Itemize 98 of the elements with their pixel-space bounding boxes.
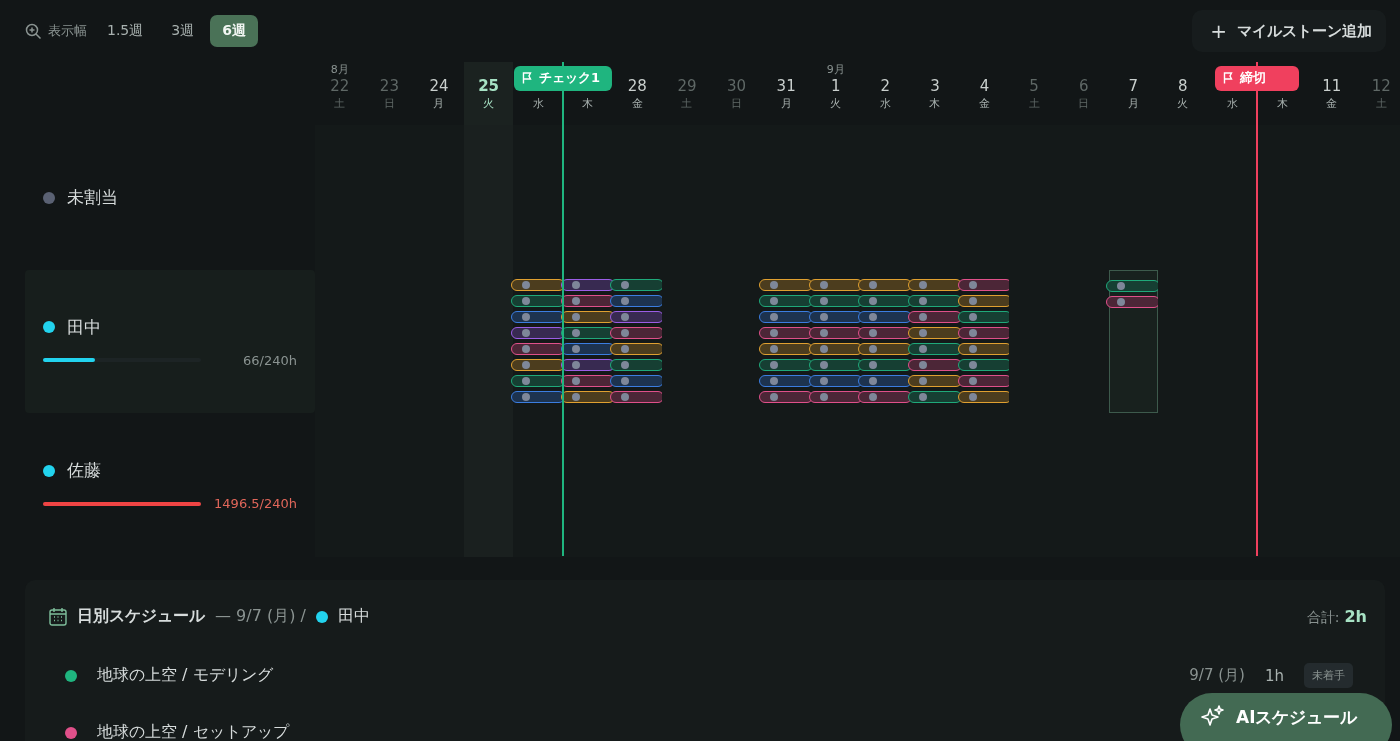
task-chip[interactable]	[957, 375, 1012, 387]
day-number: 29	[677, 77, 697, 97]
weekday-label: 火	[483, 96, 495, 111]
day-number: 24	[429, 77, 449, 97]
panel-date: — 9/7 (月) /	[215, 606, 306, 627]
weekday-label: 水	[1227, 96, 1238, 111]
member-name: 未割当	[67, 186, 118, 209]
weekday-label: 水	[532, 96, 544, 111]
task-chip[interactable]	[610, 327, 665, 339]
zoom-label: 表示幅	[48, 22, 87, 40]
task-chip[interactable]	[907, 359, 962, 371]
member-row[interactable]: 田中 66/240h	[25, 270, 315, 413]
day-number: 2	[880, 77, 891, 97]
day-number: 25	[478, 77, 499, 97]
task-chip[interactable]	[610, 359, 665, 371]
weekday-label: 土	[1375, 96, 1387, 111]
day-number: 4	[979, 77, 990, 97]
weekday-label: 木	[582, 96, 594, 111]
day-number: 7	[1128, 77, 1139, 97]
weekday-label: 水	[879, 96, 891, 111]
status-badge: 未着手	[1304, 663, 1353, 688]
task-chip[interactable]	[1106, 296, 1161, 308]
task-chip[interactable]	[907, 327, 962, 339]
weekday-label: 日	[1078, 96, 1090, 111]
task-chip[interactable]	[610, 279, 665, 291]
weekday-label: 木	[929, 96, 941, 111]
weekday-label: 土	[334, 96, 346, 111]
member-name: 田中	[67, 315, 101, 339]
task-chip[interactable]	[907, 295, 962, 307]
total-label: 合計:	[1306, 608, 1340, 627]
weekday-label: 金	[631, 96, 643, 111]
weekday-label: 月	[780, 96, 792, 111]
member-name: 田中	[337, 606, 370, 627]
task-chip[interactable]	[610, 375, 665, 387]
day-number: 1	[830, 77, 841, 97]
day-number: 3	[930, 77, 940, 97]
panel-title: 日別スケジュール	[77, 606, 205, 627]
calendar-icon	[49, 607, 67, 626]
task-chip[interactable]	[957, 279, 1012, 291]
day-cell[interactable]	[1108, 270, 1159, 413]
zoom-option[interactable]: 6週	[210, 15, 258, 47]
flag-icon	[1223, 72, 1235, 85]
task-chip[interactable]	[907, 311, 962, 323]
task-name[interactable]: 地球の上空 / モデリング	[97, 665, 273, 686]
load-text: 66/240h	[243, 352, 297, 368]
day-number: 11	[1322, 77, 1342, 97]
weekday-label: 火	[830, 96, 842, 111]
weekday-label: 月	[433, 96, 445, 111]
add-milestone-button[interactable]: + マイルストーン追加	[1192, 10, 1386, 52]
milestone-tag[interactable]: 締切	[1215, 66, 1300, 91]
weekday-label: 土	[681, 96, 693, 111]
ai-schedule-button[interactable]: AIスケジュール	[1180, 693, 1392, 741]
zoom-option[interactable]: 3週	[159, 15, 207, 47]
task-chip[interactable]	[610, 295, 665, 307]
task-chip[interactable]	[957, 311, 1012, 323]
task-chip[interactable]	[907, 391, 962, 403]
zoom-in-icon	[25, 22, 42, 40]
load-text: 1496.5/240h	[214, 496, 297, 511]
task-chip[interactable]	[907, 279, 962, 291]
weekday-label: 月	[1127, 96, 1139, 111]
day-number: 22	[330, 77, 350, 97]
day-number: 8	[1178, 77, 1188, 97]
task-chip[interactable]	[610, 391, 665, 403]
member-name: 佐藤	[67, 459, 101, 482]
task-name[interactable]: 地球の上空 / セットアップ	[97, 722, 289, 741]
weekday-label: 火	[1177, 96, 1189, 111]
task-chip[interactable]	[957, 359, 1012, 371]
day-number: 28	[627, 77, 647, 97]
task-chip[interactable]	[610, 311, 665, 323]
member-row[interactable]: 佐藤 1496.5/240h	[0, 413, 315, 557]
weekday-label: 金	[979, 96, 990, 111]
day-number: 5	[1029, 77, 1039, 97]
month-label: 8月	[330, 62, 349, 78]
task-hours: 1h	[1264, 666, 1284, 685]
weekday-label: 日	[383, 96, 395, 111]
day-number: 23	[379, 77, 399, 97]
task-chip[interactable]	[907, 343, 962, 355]
task-chip[interactable]	[957, 343, 1012, 355]
month-label: 9月	[826, 62, 845, 78]
task-chip[interactable]	[957, 327, 1012, 339]
task-chip[interactable]	[957, 295, 1012, 307]
day-number: 6	[1078, 77, 1089, 97]
total-value: 2h	[1344, 606, 1367, 626]
day-number: 31	[776, 77, 796, 97]
task-date: 9/7 (月)	[1189, 666, 1245, 685]
task-chip[interactable]	[1106, 280, 1161, 292]
weekday-label: 日	[731, 96, 743, 111]
member-row[interactable]: 未割当	[0, 125, 315, 270]
flag-icon	[521, 72, 533, 85]
weekday-label: 金	[1326, 96, 1338, 111]
task-chip[interactable]	[907, 375, 962, 387]
weekday-label: 木	[1276, 96, 1288, 111]
weekday-label: 土	[1028, 96, 1040, 111]
task-chip[interactable]	[957, 391, 1012, 403]
day-number: 12	[1371, 77, 1391, 97]
day-number: 30	[727, 77, 747, 97]
task-chip[interactable]	[610, 343, 665, 355]
zoom-option[interactable]: 1.5週	[95, 15, 156, 47]
